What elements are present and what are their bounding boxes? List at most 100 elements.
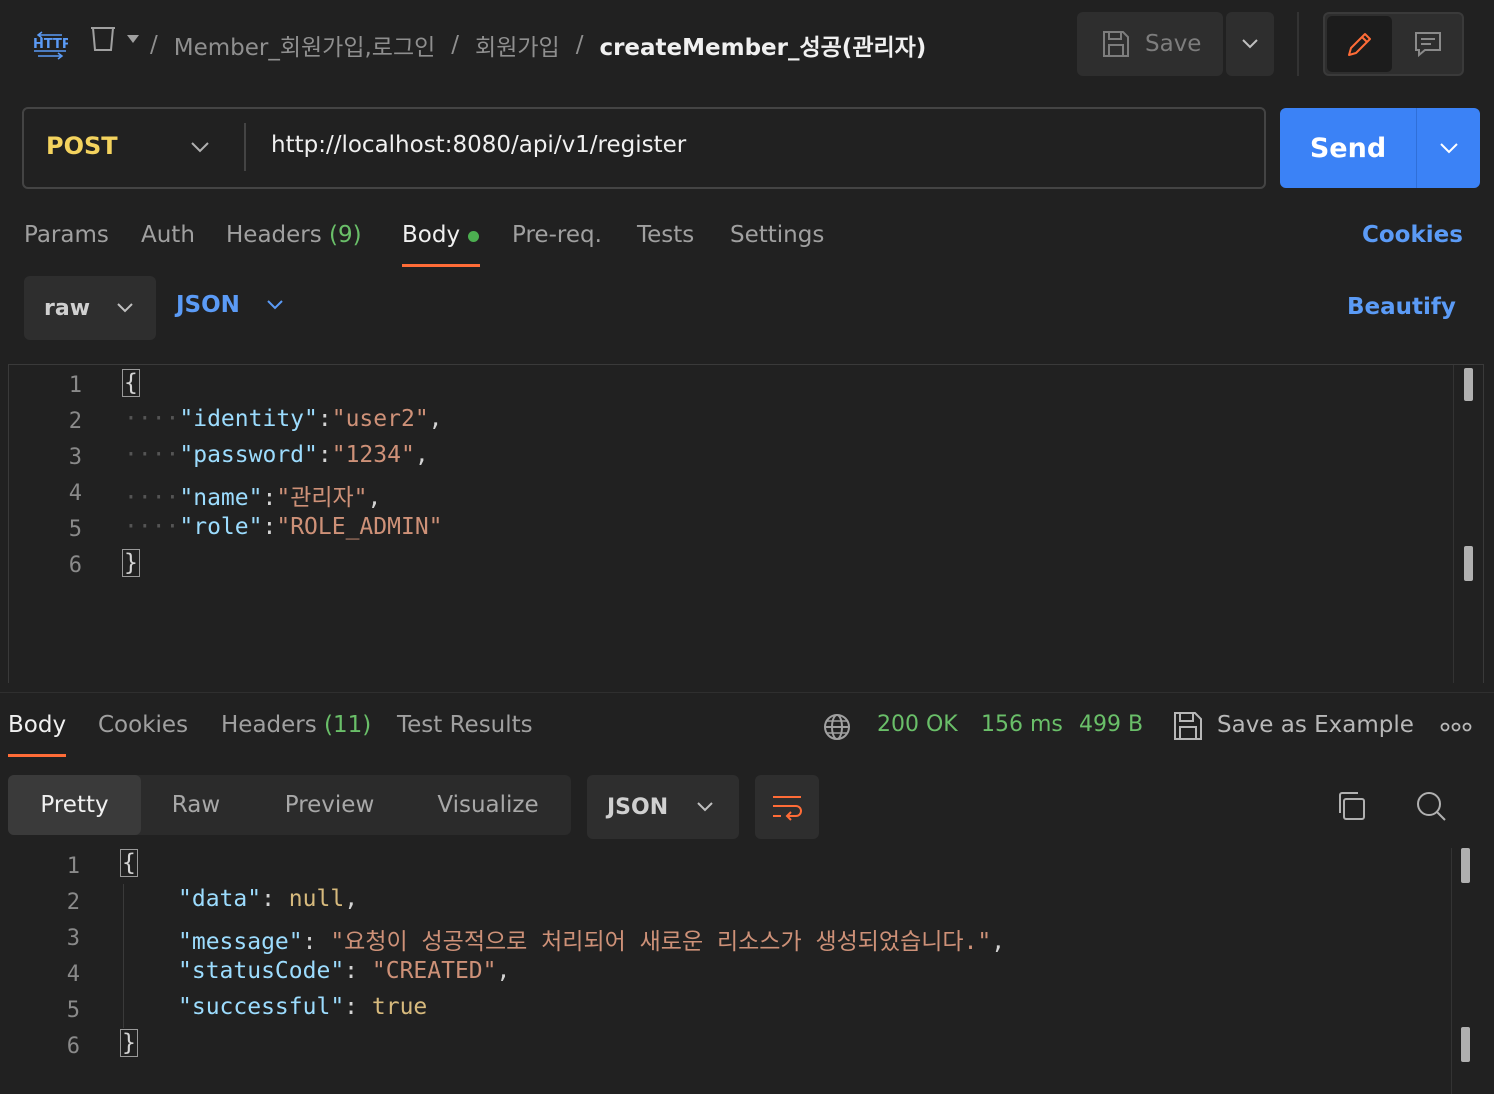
line-number: 5 [66, 998, 80, 1023]
line-number: 5 [68, 517, 82, 542]
breadcrumb-separator: / [150, 32, 158, 58]
globe-icon[interactable] [822, 712, 852, 742]
pencil-icon [1347, 33, 1371, 56]
json-value: "관리자" [276, 485, 368, 511]
tab-headers[interactable]: Headers (9) [226, 222, 362, 248]
line-number: 1 [68, 373, 82, 398]
response-scroll-track [1451, 848, 1452, 1094]
line-number: 2 [66, 890, 80, 915]
active-tab-underline [402, 264, 480, 267]
send-button[interactable]: Send [1280, 108, 1416, 188]
cookies-link[interactable]: Cookies [1362, 222, 1463, 248]
response-tab-test-results[interactable]: Test Results [397, 712, 533, 738]
line-number: 3 [66, 926, 80, 951]
tab-tests[interactable]: Tests [637, 222, 694, 248]
body-indicator-dot [468, 231, 479, 242]
response-size[interactable]: 499 B [1079, 712, 1143, 737]
copy-icon[interactable] [1334, 789, 1368, 823]
edit-mode-button[interactable] [1327, 16, 1392, 72]
code-line: "successful": true [178, 994, 428, 1020]
code-line: "statusCode": "CREATED", [178, 958, 511, 984]
chevron-down-icon [267, 300, 283, 310]
http-icon: HTTP [33, 31, 68, 60]
json-key: "data" [178, 886, 262, 912]
method-selector[interactable]: POST [46, 132, 118, 160]
comments-button[interactable] [1395, 16, 1460, 72]
floppy-disk-icon[interactable] [1172, 710, 1204, 742]
url-divider [244, 123, 246, 171]
line-number: 2 [68, 409, 82, 434]
json-value: "ROLE_ADMIN" [276, 514, 443, 540]
matched-brace: { [120, 849, 138, 877]
more-options-icon[interactable] [1440, 720, 1472, 734]
body-language-dropdown[interactable]: JSON [176, 292, 284, 318]
view-visualize[interactable]: Visualize [412, 775, 564, 835]
search-icon[interactable] [1414, 789, 1448, 823]
json-key: "message" [178, 929, 303, 955]
floppy-disk-icon [1103, 31, 1129, 57]
scrollbar-thumb[interactable] [1464, 546, 1473, 581]
code-line: ····"identity":"user2", [124, 406, 443, 432]
chevron-down-icon[interactable] [190, 140, 210, 154]
json-key: "password" [179, 442, 318, 468]
save-options-button[interactable] [1226, 12, 1274, 76]
indent-guide [123, 884, 124, 1028]
comment-icon [1414, 32, 1441, 58]
headers-count: (9) [329, 222, 362, 248]
breadcrumb-collection[interactable]: Member_회원가입,로그인 [174, 28, 436, 62]
chevron-down-icon [1242, 39, 1258, 49]
collection-icon[interactable] [88, 24, 118, 54]
save-as-example-button[interactable]: Save as Example [1217, 712, 1414, 738]
response-divider[interactable] [0, 692, 1494, 693]
matched-brace: } [120, 1029, 138, 1057]
json-value: "1234" [331, 442, 415, 468]
code-line: } [122, 549, 140, 577]
tab-auth[interactable]: Auth [141, 222, 195, 248]
response-format-dropdown[interactable]: JSON [587, 775, 739, 839]
tab-params[interactable]: Params [24, 222, 109, 248]
breadcrumb: / Member_회원가입,로그인 / 회원가입 / createMember_… [150, 28, 926, 62]
chevron-down-icon [697, 802, 713, 812]
response-tab-body[interactable]: Body [8, 712, 66, 738]
chevron-down-icon [1439, 143, 1458, 154]
url-input[interactable]: http://localhost:8080/api/v1/register [271, 132, 686, 158]
response-tab-headers[interactable]: Headers (11) [221, 712, 371, 738]
breadcrumb-folder[interactable]: 회원가입 [475, 28, 560, 62]
response-tab-cookies[interactable]: Cookies [98, 712, 188, 738]
beautify-button[interactable]: Beautify [1347, 294, 1456, 320]
code-line: ····"name":"관리자", [124, 485, 382, 511]
code-line: { [122, 369, 140, 397]
scrollbar-thumb[interactable] [1461, 1027, 1470, 1062]
response-tab-headers-label: Headers [221, 712, 317, 738]
caret-down-icon[interactable] [126, 34, 140, 44]
view-pretty[interactable]: Pretty [8, 775, 141, 835]
json-value: "user2" [331, 406, 429, 432]
line-number: 4 [66, 962, 80, 987]
line-number: 6 [66, 1034, 80, 1059]
request-name[interactable]: createMember_성공(관리자) [599, 28, 926, 62]
svg-text:HTTP: HTTP [33, 37, 68, 52]
send-options-button[interactable] [1416, 108, 1480, 188]
view-raw[interactable]: Raw [141, 775, 251, 835]
view-preview[interactable]: Preview [262, 775, 397, 835]
json-key: "role" [179, 514, 263, 540]
tab-body[interactable]: Body [402, 222, 460, 248]
editor-scroll-track [1453, 365, 1454, 683]
json-value: true [371, 994, 428, 1020]
json-value: null [288, 886, 345, 912]
wrap-lines-icon [773, 796, 802, 821]
body-mode-label: raw [44, 295, 91, 321]
save-button[interactable]: Save [1077, 12, 1223, 76]
tab-settings[interactable]: Settings [730, 222, 824, 248]
body-mode-dropdown[interactable]: raw [24, 276, 156, 340]
line-number: 3 [68, 445, 82, 470]
scrollbar-thumb[interactable] [1461, 848, 1470, 883]
response-time[interactable]: 156 ms [981, 712, 1063, 737]
tab-headers-label: Headers [226, 222, 322, 248]
tab-prereq[interactable]: Pre-req. [512, 222, 602, 248]
response-headers-count: (11) [324, 712, 372, 738]
response-status[interactable]: 200 OK [877, 712, 958, 737]
save-label: Save [1145, 31, 1202, 57]
scrollbar-thumb[interactable] [1464, 368, 1473, 401]
wrap-lines-button[interactable] [755, 775, 819, 839]
